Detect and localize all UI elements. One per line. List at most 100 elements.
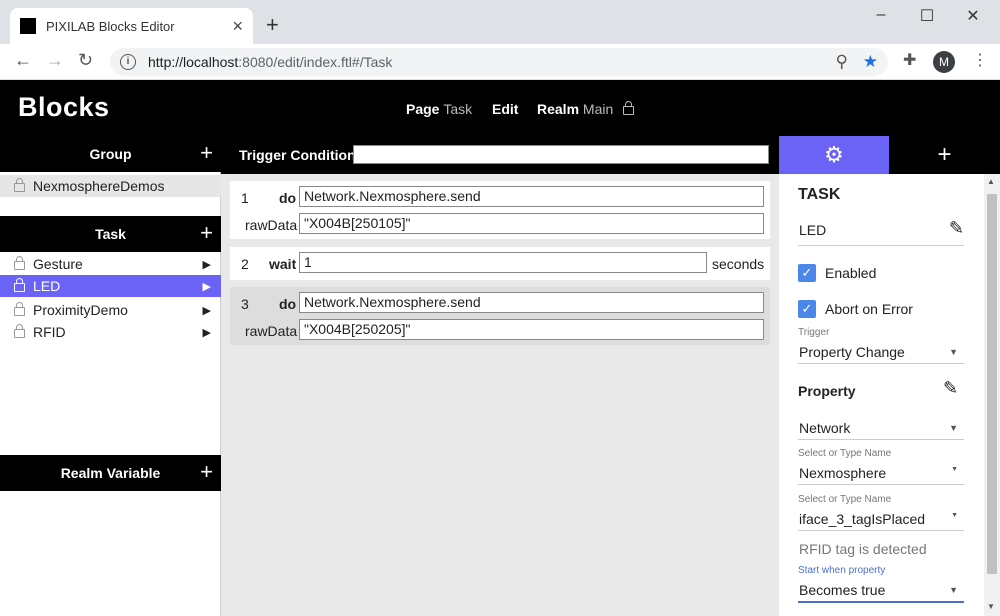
property-name-select[interactable]: iface_3_tagIsPlaced ▼ (798, 507, 964, 531)
nav-page[interactable]: Page Task (406, 101, 472, 117)
tab-close-icon[interactable]: × (232, 16, 243, 37)
driver-select[interactable]: Nexmosphere ▼ (798, 461, 964, 485)
favicon-icon (20, 18, 36, 34)
lock-icon (14, 301, 25, 316)
play-icon[interactable]: ▶ (203, 280, 211, 293)
realm-variable-header: Realm Variable + (0, 455, 221, 491)
minimize-icon[interactable]: – (858, 6, 904, 24)
add-group-button[interactable]: + (200, 140, 213, 166)
start-when-value: Becomes true (799, 582, 886, 598)
realm-variable-header-label: Realm Variable (60, 465, 161, 481)
property-description: RFID tag is detected (799, 541, 927, 557)
enabled-label: Enabled (825, 265, 877, 281)
block-keyword: do (279, 190, 297, 206)
task-editor: Trigger Condition: 1 do Network.Nexmosph… (221, 136, 779, 616)
task-item-rfid[interactable]: RFID ▶ (0, 321, 221, 343)
bookmark-star-icon[interactable]: ★ (863, 48, 878, 76)
window-close-icon[interactable]: ✕ (950, 6, 996, 26)
new-tab-icon[interactable]: + (266, 12, 279, 38)
task-item-led[interactable]: LED ▶ (0, 275, 221, 297)
reload-icon[interactable]: ↻ (78, 50, 93, 71)
add-block-button[interactable]: + (889, 136, 1000, 174)
block-2[interactable]: 2 wait 1 seconds (230, 247, 770, 280)
trigger-condition-input[interactable] (353, 145, 769, 164)
trigger-condition-label: Trigger Condition: (239, 147, 361, 163)
panel-scrollbar[interactable]: ▲ ▼ (984, 174, 1000, 616)
block-function-field[interactable]: Network.Nexmosphere.send (299, 292, 764, 313)
abort-on-error-checkbox[interactable]: ✓ (798, 300, 816, 318)
task-item-label: Gesture (33, 256, 83, 272)
task-item-label: RFID (33, 324, 66, 340)
play-icon[interactable]: ▶ (203, 326, 211, 339)
app-header: Blocks Page Task Edit Realm Main (0, 80, 1000, 136)
select-caption: Select or Type Name (798, 494, 892, 505)
start-caption: Start when property (798, 565, 886, 576)
property-heading: Property (798, 383, 856, 399)
task-name-value: LED (799, 222, 827, 238)
dropdown-arrow-icon: ▼ (949, 423, 958, 433)
back-icon[interactable]: ← (14, 50, 32, 71)
scrollbar-thumb[interactable] (987, 194, 997, 574)
realm-lock-icon (623, 101, 635, 115)
group-item-label: NexmosphereDemos (33, 178, 165, 194)
task-item-gesture[interactable]: Gesture ▶ (0, 253, 221, 275)
trigger-caption: Trigger (798, 327, 830, 338)
add-realm-variable-button[interactable]: + (200, 459, 213, 485)
wait-duration-field[interactable]: 1 (299, 252, 707, 273)
lock-icon (14, 277, 25, 292)
browser-tab[interactable]: PIXILAB Blocks Editor × (10, 8, 253, 44)
forward-icon[interactable]: → (46, 50, 64, 71)
block-arg-field[interactable]: "X004B[250205]" (299, 319, 764, 340)
property-source-select[interactable]: Network ▼ (798, 416, 964, 440)
settings-gear-icon[interactable]: ⚙ (779, 136, 889, 174)
scroll-down-icon[interactable]: ▼ (987, 602, 995, 611)
lock-icon (14, 177, 25, 192)
block-number: 1 (241, 190, 249, 206)
lock-icon (14, 255, 25, 270)
panel-tabs: ⚙ + (779, 136, 1000, 174)
task-name-field[interactable]: LED ✎ (798, 218, 964, 246)
edit-pencil-icon[interactable]: ✎ (949, 218, 964, 239)
group-item[interactable]: NexmosphereDemos (0, 175, 221, 197)
blocks-logo: Blocks (18, 92, 110, 122)
url-path: :8080/edit/index.ftl#/Task (238, 54, 393, 70)
trigger-select[interactable]: Property Change ▼ (798, 340, 964, 364)
task-item-label: LED (33, 278, 61, 294)
task-item-label: ProximityDemo (33, 302, 128, 318)
block-1[interactable]: 1 do Network.Nexmosphere.send rawData "X… (230, 181, 770, 239)
task-header-label: Task (95, 226, 126, 242)
scroll-up-icon[interactable]: ▲ (987, 177, 995, 186)
task-header: Task + (0, 216, 221, 252)
nav-page-value: Task (443, 101, 473, 117)
maximize-icon[interactable]: ☐ (904, 6, 950, 26)
dropdown-arrow-icon: ▼ (951, 512, 958, 519)
zoom-icon[interactable]: ⚲ (836, 48, 848, 76)
block-number: 2 (241, 256, 249, 272)
site-info-icon[interactable]: i (120, 54, 136, 70)
enabled-checkbox[interactable]: ✓ (798, 264, 816, 282)
block-function-field[interactable]: Network.Nexmosphere.send (299, 186, 764, 207)
start-when-select[interactable]: Becomes true ▼ (798, 578, 964, 603)
task-item-proximitydemo[interactable]: ProximityDemo ▶ (0, 299, 221, 321)
sidebar: Group + NexmosphereDemos Task + Gesture … (0, 136, 221, 616)
dropdown-arrow-icon: ▼ (949, 585, 958, 595)
nav-realm-value: Main (582, 101, 614, 117)
nav-realm[interactable]: Realm Main (537, 101, 635, 117)
menu-icon[interactable]: ⋮ (972, 50, 988, 70)
nav-page-label: Page (406, 101, 440, 117)
driver-select-value: Nexmosphere (799, 465, 887, 481)
edit-pencil-icon[interactable]: ✎ (943, 378, 984, 399)
group-header: Group + (0, 136, 221, 172)
nav-edit[interactable]: Edit (492, 101, 518, 117)
block-arg-field[interactable]: "X004B[250105]" (299, 213, 764, 234)
address-bar[interactable]: i http://localhost:8080/edit/index.ftl#/… (110, 48, 888, 76)
profile-avatar[interactable]: M (933, 51, 955, 73)
block-3[interactable]: 3 do Network.Nexmosphere.send rawData "X… (230, 287, 770, 345)
play-icon[interactable]: ▶ (203, 258, 211, 271)
play-icon[interactable]: ▶ (203, 304, 211, 317)
tab-title: PIXILAB Blocks Editor (46, 18, 175, 34)
group-header-label: Group (89, 146, 132, 162)
property-source-value: Network (799, 420, 851, 436)
add-task-button[interactable]: + (200, 220, 213, 246)
extensions-icon[interactable]: ✚ (903, 50, 916, 70)
